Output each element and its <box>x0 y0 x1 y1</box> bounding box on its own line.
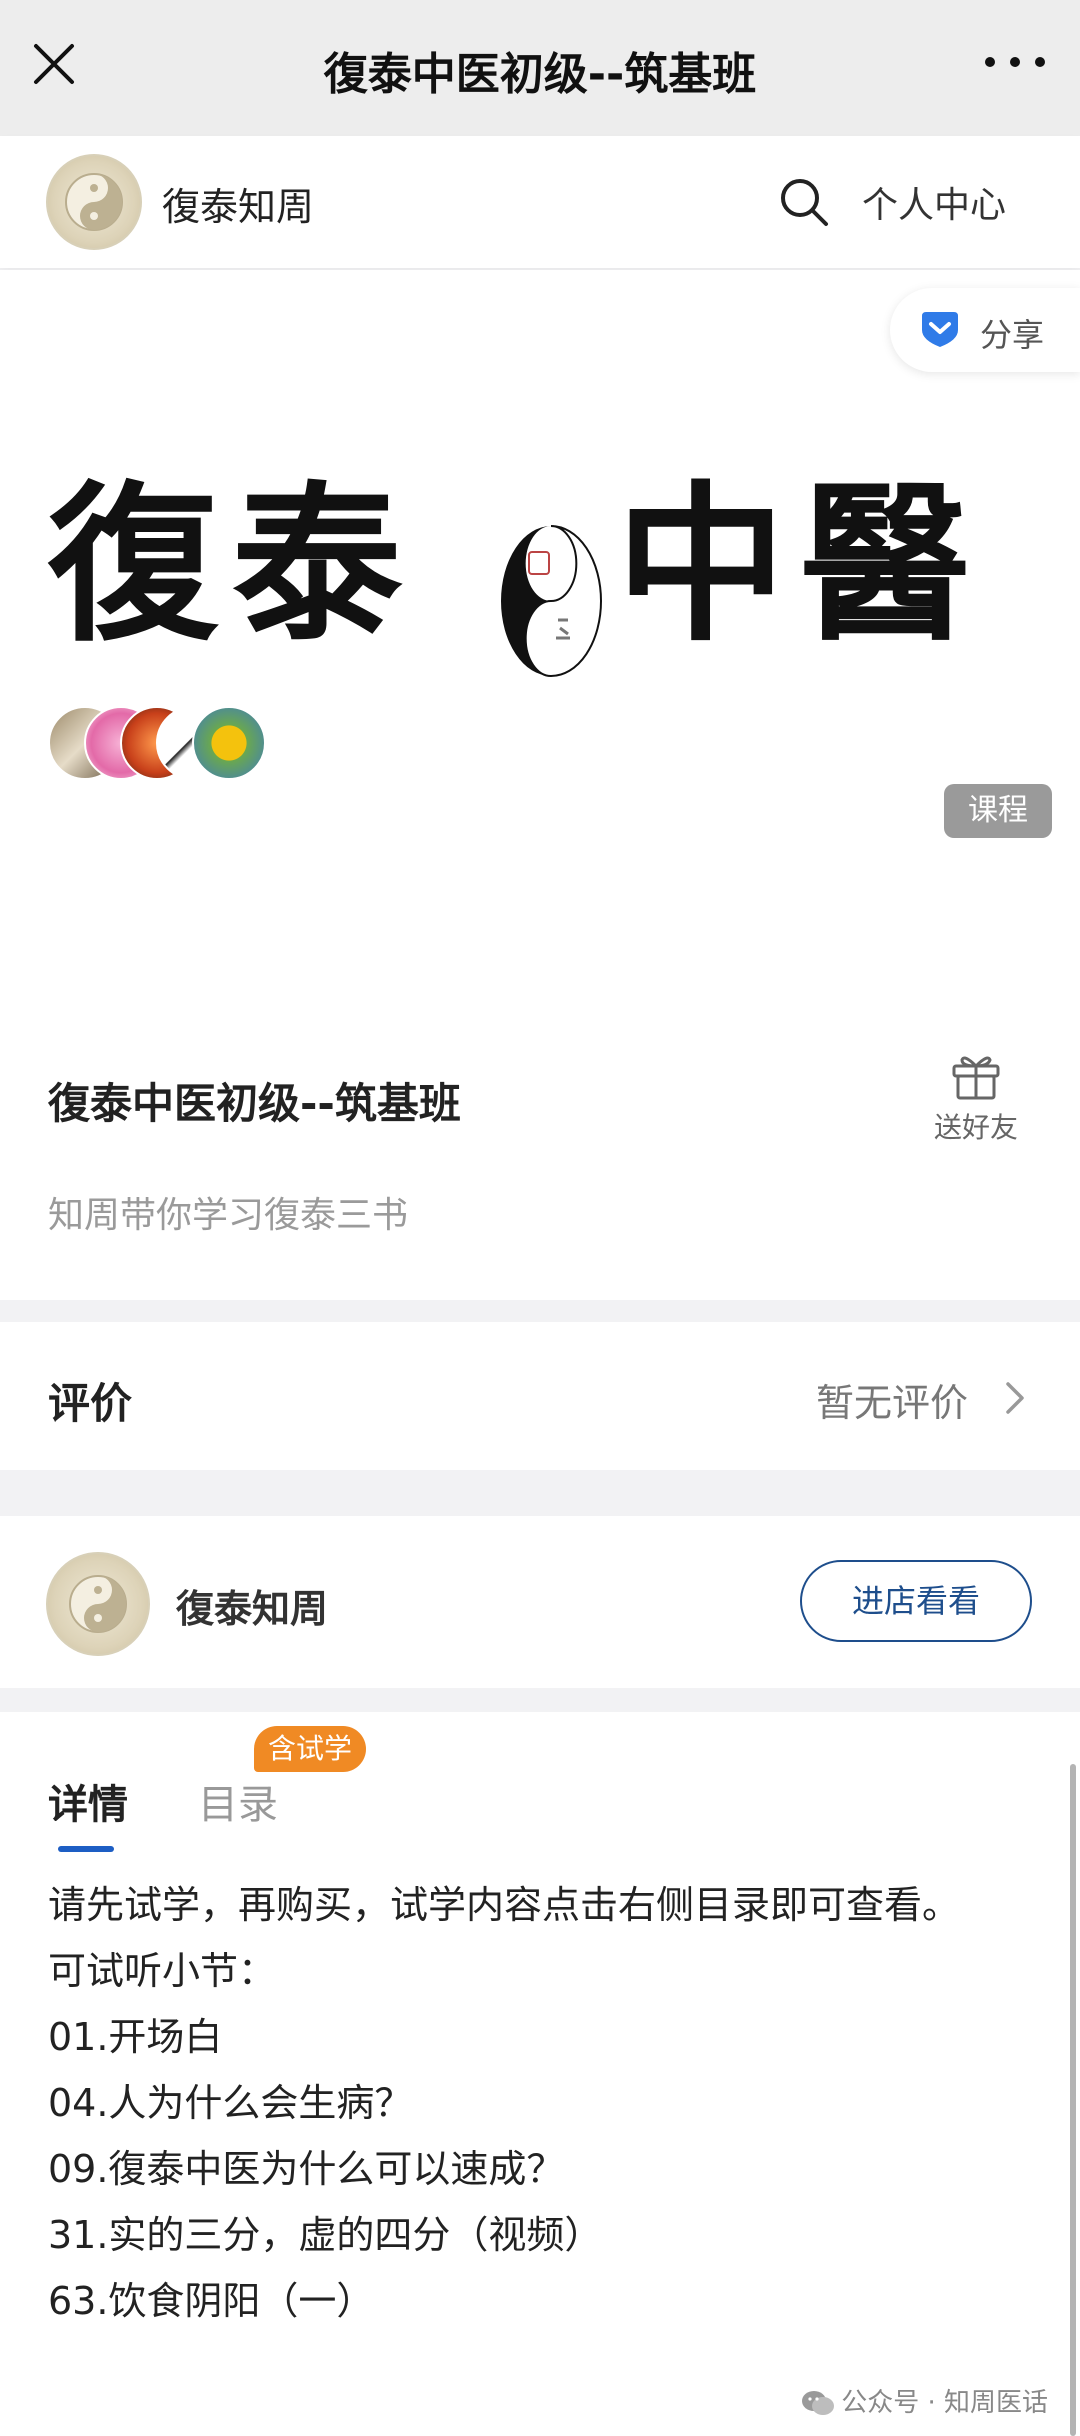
calligraphy-char-4: 醫 <box>800 465 985 665</box>
shop-card-avatar[interactable] <box>46 1552 150 1656</box>
gift-to-friend-button[interactable]: 送好友 <box>932 1052 1020 1144</box>
content-line: 可试听小节： <box>48 1949 277 1993</box>
calligraphy-char-3: 中 <box>616 465 801 665</box>
review-row[interactable]: 评价 暂无评价 <box>0 1322 1080 1470</box>
search-icon[interactable] <box>778 176 830 228</box>
calligraphy-char-1: 復 <box>48 465 233 665</box>
course-title: 復泰中医初级--筑基班 <box>48 1079 461 1128</box>
shop-avatar[interactable] <box>46 154 142 250</box>
shop-card: 復泰知周 进店看看 <box>0 1516 1080 1688</box>
active-tab-indicator <box>58 1846 114 1852</box>
personal-center-link[interactable]: 个人中心 <box>862 176 1006 228</box>
share-button[interactable]: 分享 <box>890 288 1080 372</box>
calligraphy-char-2: 泰 <box>232 465 417 665</box>
review-label: 评价 <box>48 1379 133 1428</box>
share-icon <box>922 312 958 347</box>
chevron-right-icon <box>1006 1382 1024 1414</box>
watermark-text: 公众号 · 知周医话 <box>841 2388 1048 2418</box>
wechat-icon <box>802 2391 835 2415</box>
gift-icon <box>952 1056 1000 1100</box>
course-type-badge: 课程 <box>944 784 1052 838</box>
tab-details[interactable]: 详情 <box>48 1772 128 1830</box>
scrollbar[interactable] <box>1070 1764 1076 2436</box>
content-line: 31.实的三分，虚的四分（视频） <box>48 2213 603 2257</box>
tab-catalog[interactable]: 目录 <box>198 1772 278 1830</box>
shop-header: 復泰知周 个人中心 <box>0 136 1080 268</box>
content-line: 63.饮食阴阳（一） <box>48 2279 375 2323</box>
course-info: 復泰中医初级--筑基班 送好友 知周带你学习復泰三书 <box>0 1000 1080 1300</box>
watermark: 公众号 · 知周医话 <box>801 2382 1048 2419</box>
content-line: 04.人为什么会生病？ <box>48 2081 413 2125</box>
content-line: 请先试学，再购买，试学内容点击右侧目录即可查看。 <box>48 1883 961 1927</box>
details-section: 详情 目录 含试学 请先试学，再购买，试学内容点击右侧目录即可查看。 可试听小节… <box>0 1712 1080 2436</box>
content-line: 09.復泰中医为什么可以速成？ <box>48 2147 565 2191</box>
yinyang-logo-icon <box>501 525 602 678</box>
more-icon[interactable] <box>980 50 1050 74</box>
yinyang-icon <box>65 173 123 231</box>
navigation-bar: 復泰中医初级--筑基班 <box>0 0 1080 136</box>
share-label: 分享 <box>980 316 1045 354</box>
review-status: 暂无评价 <box>815 1381 968 1425</box>
shop-name[interactable]: 復泰知周 <box>162 176 314 231</box>
details-content: 请先试学，再购买，试学内容点击右侧目录即可查看。 可试听小节： 01.开场白 0… <box>48 1872 1038 2334</box>
page-title: 復泰中医初级--筑基班 <box>323 49 757 100</box>
learner-avatar <box>192 706 266 780</box>
enter-shop-button[interactable]: 进店看看 <box>800 1560 1032 1642</box>
course-subtitle: 知周带你学习復泰三书 <box>48 1195 409 1236</box>
yinyang-icon <box>69 1575 127 1633</box>
content-line: 01.开场白 <box>48 2015 223 2059</box>
trial-badge: 含试学 <box>254 1726 366 1772</box>
course-banner: 分享 復泰 中醫 课程 <box>0 270 1080 1000</box>
shop-card-name[interactable]: 復泰知周 <box>176 1578 328 1633</box>
gift-label: 送好友 <box>933 1111 1018 1144</box>
learner-avatars <box>48 706 288 780</box>
